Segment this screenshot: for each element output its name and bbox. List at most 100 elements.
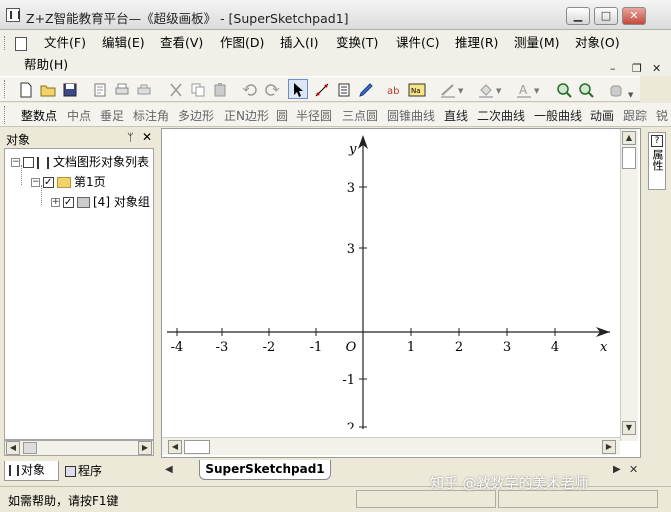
hand-tool-icon[interactable] bbox=[608, 82, 624, 98]
pen-tool-icon[interactable] bbox=[358, 82, 374, 98]
tool-foot-of-perpendicular[interactable]: 垂足 bbox=[100, 107, 124, 124]
tree-label: 文档图形对象列表 bbox=[53, 155, 150, 169]
close-button[interactable]: ✕ bbox=[622, 7, 646, 25]
select-tool-button[interactable] bbox=[288, 79, 308, 99]
tab-scroll-right-icon[interactable]: ▶ bbox=[613, 464, 621, 475]
tab-scroll-left-icon[interactable]: ◀ bbox=[165, 464, 173, 475]
point-line-tool-icon[interactable] bbox=[314, 82, 330, 98]
group-icon bbox=[77, 197, 90, 208]
tab-close-icon[interactable]: ✕ bbox=[629, 463, 638, 476]
menu-file[interactable]: 文件(F) bbox=[44, 34, 86, 52]
tool-line[interactable]: 直线 bbox=[444, 107, 468, 124]
tool-three-point-circle[interactable]: 三点圆 bbox=[342, 107, 378, 124]
line-color-icon[interactable] bbox=[440, 82, 456, 98]
title-bar: Z+Z智能教育平台—《超级画板》 - [SuperSketchpad1] ▁ □… bbox=[0, 0, 671, 30]
canvas-vscrollbar[interactable]: ▲ ▼ bbox=[620, 129, 638, 441]
tool-circle[interactable]: 圆 bbox=[276, 107, 288, 124]
tool-general-curve[interactable]: 一般曲线 bbox=[534, 107, 582, 124]
scroll-left-icon[interactable]: ◀ bbox=[168, 440, 182, 454]
menu-courseware[interactable]: 课件(C) bbox=[396, 34, 439, 52]
toolbar-overflow-icon[interactable]: ▼ bbox=[628, 91, 633, 99]
formula-tool-icon[interactable]: ab bbox=[386, 82, 402, 98]
property-tab[interactable]: ? 属性 bbox=[648, 132, 666, 190]
menu-draw[interactable]: 作图(D) bbox=[220, 34, 264, 52]
zoom-in-icon[interactable] bbox=[556, 82, 572, 98]
minimize-button[interactable]: ▁ bbox=[566, 7, 590, 25]
font-color-icon[interactable]: A bbox=[516, 82, 532, 98]
font-color-dropdown-icon[interactable]: ▼ bbox=[534, 87, 539, 95]
vscroll-thumb[interactable] bbox=[622, 147, 636, 169]
tree-item-page[interactable]: − 第1页 bbox=[31, 173, 106, 192]
print-icon[interactable] bbox=[114, 82, 130, 98]
app-icon[interactable] bbox=[6, 8, 20, 22]
collapse-icon[interactable]: − bbox=[31, 178, 40, 187]
document-window: -4 -3 -2 -1 O 1 2 3 4 3 3 -1 2 x y ▲ ▼ ◀ ▶ bbox=[161, 128, 641, 458]
tool-overflow[interactable]: 锐 bbox=[656, 107, 668, 124]
canvas-hscrollbar[interactable]: ◀ ▶ bbox=[162, 437, 620, 455]
tree-checkbox[interactable] bbox=[23, 157, 34, 168]
tree-checkbox[interactable] bbox=[43, 174, 54, 192]
tool-integer-point[interactable]: 整数点 bbox=[21, 107, 57, 124]
zoom-out-icon[interactable] bbox=[578, 82, 594, 98]
print-preview-icon[interactable] bbox=[136, 82, 152, 98]
tool-midpoint[interactable]: 中点 bbox=[67, 107, 91, 124]
scroll-up-icon[interactable]: ▲ bbox=[622, 131, 636, 145]
tool-animation[interactable]: 动画 bbox=[590, 107, 614, 124]
pin-icon[interactable]: ᛘ bbox=[127, 131, 134, 144]
menu-file-icon[interactable] bbox=[15, 34, 27, 52]
fill-color-icon[interactable] bbox=[478, 82, 494, 98]
x-tick-label: 1 bbox=[407, 340, 415, 355]
tree-hscrollbar[interactable]: ◀ ▶ bbox=[4, 440, 154, 456]
scroll-right-icon[interactable]: ▶ bbox=[602, 440, 616, 454]
redo-icon[interactable] bbox=[264, 82, 280, 98]
maximize-button[interactable]: □ bbox=[594, 7, 618, 25]
tree-item-group[interactable]: + [4] 对象组 bbox=[51, 193, 150, 212]
page-icon[interactable] bbox=[92, 82, 108, 98]
line-color-dropdown-icon[interactable]: ▼ bbox=[458, 87, 463, 95]
tab-program[interactable]: 程序 bbox=[61, 462, 115, 480]
menu-transform[interactable]: 变换(T) bbox=[336, 34, 378, 52]
tab-objects[interactable]: 对象 bbox=[4, 461, 59, 481]
mdi-minimize-button[interactable]: – bbox=[610, 62, 616, 75]
undo-icon[interactable] bbox=[242, 82, 258, 98]
expand-icon[interactable]: + bbox=[51, 198, 60, 207]
save-icon[interactable] bbox=[62, 82, 78, 98]
tool-regular-polygon[interactable]: 正N边形 bbox=[224, 107, 269, 124]
cut-icon[interactable] bbox=[168, 82, 184, 98]
panel-close-icon[interactable]: ✕ bbox=[142, 130, 152, 144]
scroll-right-icon[interactable]: ▶ bbox=[138, 441, 152, 455]
hscroll-thumb[interactable] bbox=[184, 440, 210, 454]
tool-conic[interactable]: 圆锥曲线 bbox=[387, 107, 435, 124]
open-folder-icon[interactable] bbox=[40, 82, 56, 98]
scroll-down-icon[interactable]: ▼ bbox=[622, 421, 636, 435]
tool-trace[interactable]: 跟踪 bbox=[623, 107, 647, 124]
tree-checkbox[interactable] bbox=[63, 194, 74, 212]
new-file-icon[interactable] bbox=[18, 82, 34, 98]
geometry-canvas[interactable]: -4 -3 -2 -1 O 1 2 3 4 3 3 -1 2 x y bbox=[162, 129, 620, 429]
menu-view[interactable]: 查看(V) bbox=[160, 34, 203, 52]
window-title: Z+Z智能教育平台—《超级画板》 - [SuperSketchpad1] bbox=[26, 11, 349, 26]
tool-radius-circle[interactable]: 半径圆 bbox=[296, 107, 332, 124]
x-tick-label: -1 bbox=[310, 340, 323, 355]
text-document-icon[interactable] bbox=[336, 82, 352, 98]
paste-icon[interactable] bbox=[212, 82, 228, 98]
menu-object[interactable]: 对象(O) bbox=[575, 34, 620, 52]
menu-reasoning[interactable]: 推理(R) bbox=[455, 34, 498, 52]
scroll-left-icon[interactable]: ◀ bbox=[6, 441, 20, 455]
tool-mark-angle[interactable]: 标注角 bbox=[133, 107, 169, 124]
text-label-icon[interactable]: Na bbox=[408, 82, 426, 98]
menu-insert[interactable]: 插入(I) bbox=[280, 34, 318, 52]
tree-item-document[interactable]: − 文档图形对象列表 bbox=[11, 153, 149, 171]
tool-polygon[interactable]: 多边形 bbox=[178, 107, 214, 124]
scroll-thumb[interactable] bbox=[23, 442, 37, 454]
copy-icon[interactable] bbox=[190, 82, 206, 98]
mdi-close-button[interactable]: ✕ bbox=[652, 62, 661, 75]
mdi-restore-button[interactable]: ❐ bbox=[632, 62, 642, 75]
menu-measure[interactable]: 测量(M) bbox=[514, 34, 560, 52]
tab-document[interactable]: SuperSketchpad1 bbox=[199, 460, 331, 480]
collapse-icon[interactable]: − bbox=[11, 158, 20, 167]
tool-quadratic-curve[interactable]: 二次曲线 bbox=[477, 107, 525, 124]
menu-help[interactable]: 帮助(H) bbox=[24, 56, 68, 74]
fill-color-dropdown-icon[interactable]: ▼ bbox=[496, 87, 501, 95]
menu-edit[interactable]: 编辑(E) bbox=[102, 34, 145, 52]
